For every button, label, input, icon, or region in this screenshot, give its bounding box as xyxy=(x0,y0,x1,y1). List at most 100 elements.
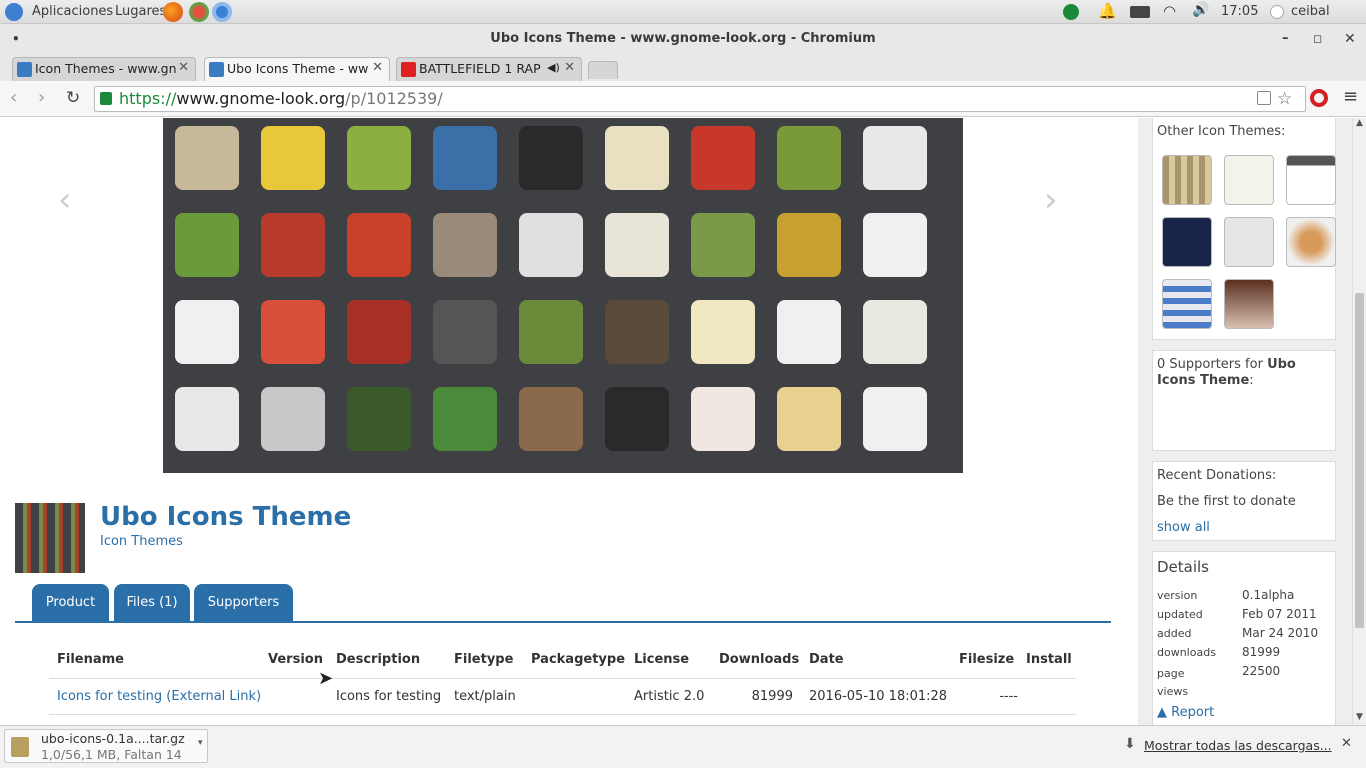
theme-preview-icon xyxy=(519,387,583,451)
detail-version-value: 0.1alpha xyxy=(1242,588,1295,602)
cell-install xyxy=(1026,678,1076,714)
window-title: Ubo Icons Theme - www.gnome-look.org - C… xyxy=(490,31,876,46)
carousel-next-icon[interactable]: › xyxy=(1044,180,1058,220)
tabs-underline xyxy=(15,621,1111,623)
report-link[interactable]: ▲ Report xyxy=(1157,705,1214,720)
other-themes-box: Other Icon Themes: xyxy=(1152,118,1336,340)
close-window-icon[interactable]: ✕ xyxy=(1344,24,1356,54)
forward-icon[interactable]: › xyxy=(38,87,45,108)
new-tab-button[interactable] xyxy=(588,61,618,79)
tab-icon-themes[interactable]: Icon Themes - www.gn ✕ xyxy=(12,57,196,81)
col-downloads: Downloads xyxy=(719,652,800,668)
chrome-menu-icon[interactable]: ≡ xyxy=(1343,86,1358,107)
archive-file-icon xyxy=(11,737,29,757)
theme-thumbnail[interactable] xyxy=(1162,155,1212,205)
detail-updated-key: updated xyxy=(1157,608,1203,621)
download-menu-icon[interactable]: ▾ xyxy=(198,738,203,748)
close-tab-icon[interactable]: ✕ xyxy=(178,60,189,75)
window-menu-icon[interactable]: • xyxy=(12,24,20,54)
product-category-link[interactable]: Icon Themes xyxy=(100,534,183,549)
secure-lock-icon[interactable] xyxy=(100,92,112,105)
theme-preview-icon xyxy=(175,213,239,277)
bookmark-star-icon[interactable]: ☆ xyxy=(1277,87,1292,111)
product-thumbnail xyxy=(15,503,85,573)
maximize-icon[interactable]: ◻ xyxy=(1313,24,1322,54)
close-download-bar-icon[interactable]: ✕ xyxy=(1341,736,1352,751)
youtube-favicon-icon xyxy=(401,62,416,77)
tab-label: BATTLEFIELD 1 RAP xyxy=(419,61,541,76)
clock[interactable]: 17:05 xyxy=(1221,4,1258,19)
theme-thumbnail[interactable] xyxy=(1224,279,1274,329)
show-all-downloads-link[interactable]: Mostrar todas las descargas... xyxy=(1144,738,1332,753)
tab-supporters[interactable]: Supporters xyxy=(194,584,293,622)
tab-files[interactable]: Files (1) xyxy=(114,584,190,622)
col-packagetype: Packagetype xyxy=(531,652,626,668)
file-link[interactable]: Icons for testing (External Link) xyxy=(49,678,268,714)
theme-thumbnail[interactable] xyxy=(1224,155,1274,205)
battery-icon[interactable] xyxy=(1130,6,1150,18)
detail-downloads-key: downloads xyxy=(1157,646,1216,659)
volume-icon[interactable]: 🔊 xyxy=(1192,2,1209,18)
details-title: Details xyxy=(1157,558,1210,576)
screenshot-carousel-image[interactable] xyxy=(163,118,963,473)
theme-thumbnail[interactable] xyxy=(1286,217,1336,267)
table-row: Icons for testing (External Link) Icons … xyxy=(49,678,1076,714)
tab-label: Icon Themes - www.gn xyxy=(35,61,177,76)
show-all-link[interactable]: show all xyxy=(1157,520,1210,535)
audio-playing-icon[interactable]: ◀) xyxy=(547,61,560,74)
translate-icon[interactable] xyxy=(1257,91,1271,105)
download-status: 1,0/56,1 MB, Faltan 14 xyxy=(41,747,182,762)
places-menu[interactable]: Lugares xyxy=(115,4,166,19)
cell-filetype: text/plain xyxy=(454,688,516,704)
cell-description: Icons for testing xyxy=(336,688,442,704)
theme-thumbnail[interactable] xyxy=(1162,217,1212,267)
close-tab-icon[interactable]: ✕ xyxy=(564,60,575,75)
back-icon[interactable]: ‹ xyxy=(10,87,17,108)
tab-product[interactable]: Product xyxy=(32,584,109,622)
user-menu[interactable]: ceibal xyxy=(1291,4,1330,19)
extension-opera-icon[interactable] xyxy=(1310,89,1328,107)
reload-icon[interactable]: ↻ xyxy=(66,88,80,108)
theme-preview-icon xyxy=(175,126,239,190)
download-item[interactable]: ubo-icons-0.1a....tar.gz 1,0/56,1 MB, Fa… xyxy=(4,729,208,763)
tab-ubo-icons[interactable]: Ubo Icons Theme - ww ✕ xyxy=(204,57,390,81)
theme-thumbnail[interactable] xyxy=(1162,279,1212,329)
scroll-up-icon[interactable]: ▲ xyxy=(1356,118,1363,128)
page-scrollbar[interactable]: ▲ ▼ xyxy=(1352,118,1366,725)
scroll-down-icon[interactable]: ▼ xyxy=(1356,712,1363,722)
apps-menu-icon[interactable] xyxy=(5,3,23,21)
theme-preview-icon xyxy=(347,126,411,190)
minimize-icon[interactable]: – xyxy=(1282,24,1289,54)
applications-menu[interactable]: Aplicaciones xyxy=(32,4,113,19)
theme-preview-icon xyxy=(777,300,841,364)
wifi-icon[interactable]: ◠ xyxy=(1163,2,1176,20)
theme-preview-icon xyxy=(519,213,583,277)
theme-thumbnail[interactable] xyxy=(1224,217,1274,267)
cell-license: Artistic 2.0 xyxy=(634,688,705,704)
theme-preview-icon xyxy=(433,300,497,364)
firefox-launcher-icon[interactable] xyxy=(163,2,183,22)
donations-box: Recent Donations: Be the first to donate… xyxy=(1152,461,1336,541)
notifications-icon[interactable]: 🔔 xyxy=(1098,2,1117,20)
theme-preview-icon xyxy=(691,213,755,277)
sidebar: Other Icon Themes: 0 Supporters for Ubo … xyxy=(1138,118,1352,725)
theme-preview-icon xyxy=(777,126,841,190)
carousel-prev-icon[interactable]: ‹ xyxy=(58,180,72,220)
app-launcher-icon[interactable] xyxy=(189,2,209,22)
page-content: ‹ › Ubo Icons Theme Icon Themes Product … xyxy=(0,118,1352,725)
url-path: /p/1012539/ xyxy=(345,89,443,108)
status-indicator-icon[interactable] xyxy=(1063,4,1079,20)
gnome-look-favicon-icon xyxy=(209,62,224,77)
theme-preview-icon xyxy=(519,300,583,364)
supporters-prefix: 0 Supporters for xyxy=(1157,357,1268,372)
close-tab-icon[interactable]: ✕ xyxy=(372,60,383,75)
scrollbar-thumb[interactable] xyxy=(1355,293,1364,628)
supporters-suffix: : xyxy=(1249,373,1254,388)
top-panel: Aplicaciones Lugares 🔔 ◠ 🔊 17:05 ceibal xyxy=(0,0,1366,24)
tab-battlefield[interactable]: BATTLEFIELD 1 RAP ◀) ✕ xyxy=(396,57,582,81)
chromium-launcher-icon[interactable] xyxy=(212,2,232,22)
theme-preview-icon xyxy=(347,300,411,364)
theme-thumbnail[interactable] xyxy=(1286,155,1336,205)
address-bar[interactable]: https://www.gnome-look.org/p/1012539/ ☆ xyxy=(94,86,1306,112)
download-bar: ubo-icons-0.1a....tar.gz 1,0/56,1 MB, Fa… xyxy=(0,725,1366,768)
